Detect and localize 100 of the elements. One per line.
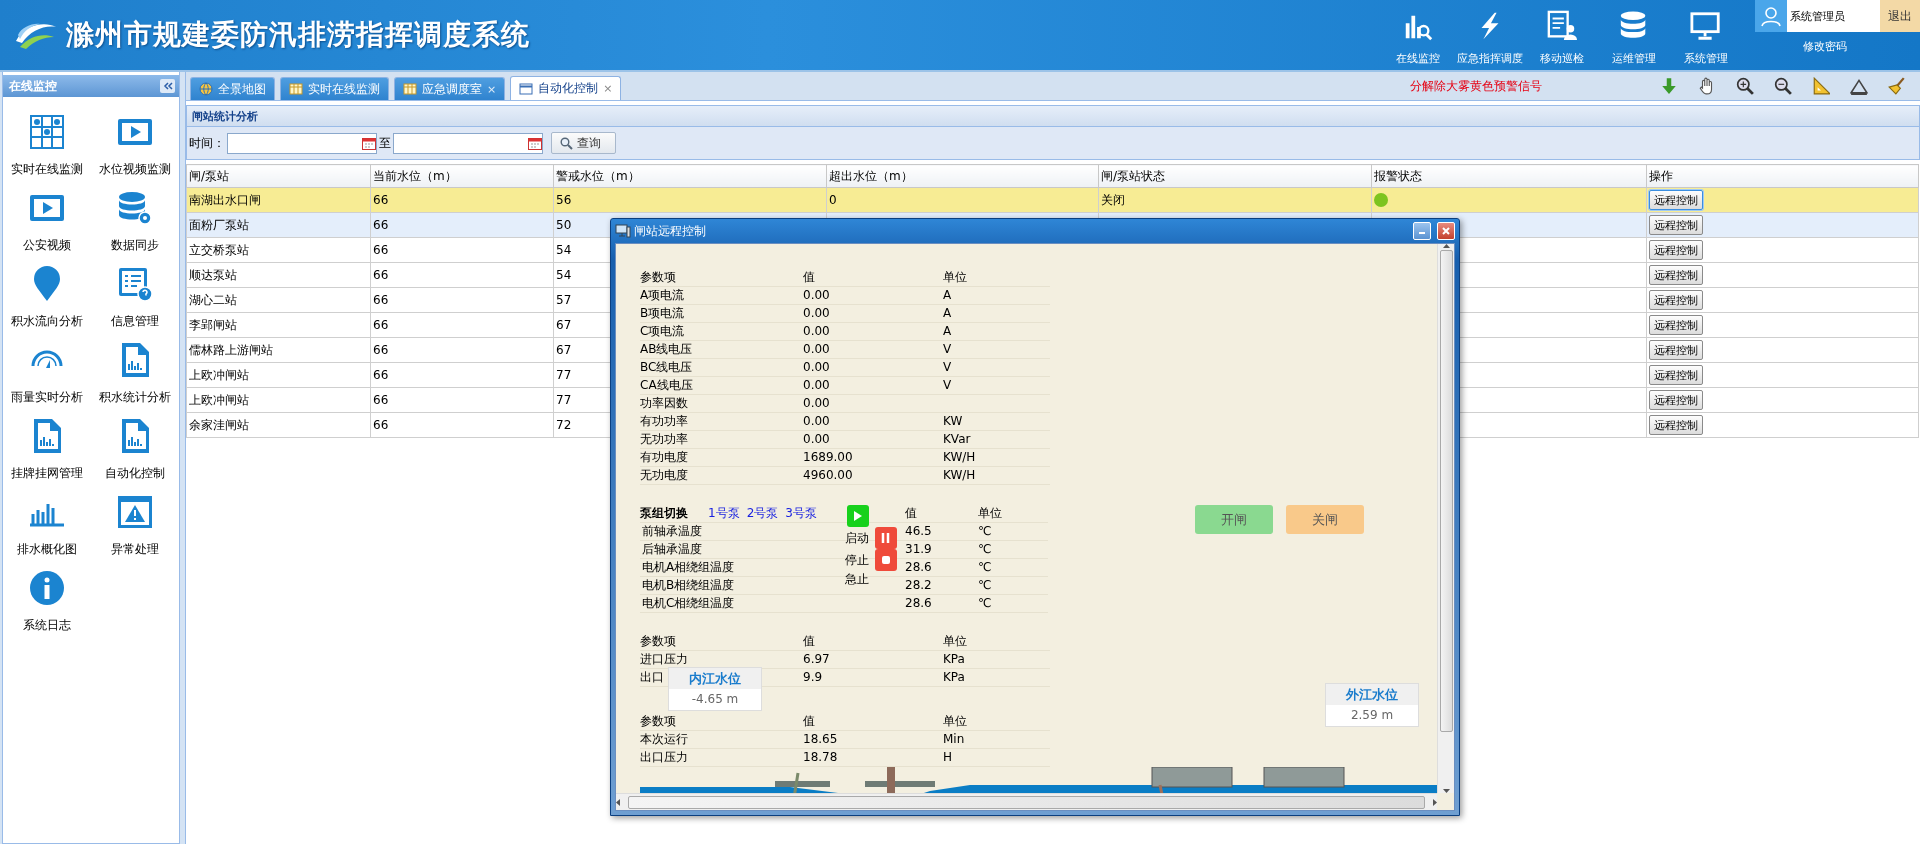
column-header: 值 — [803, 269, 943, 287]
remote-control-button[interactable]: 远程控制 — [1649, 365, 1703, 385]
minimize-button[interactable] — [1413, 222, 1431, 240]
sidebar-item[interactable]: 数据同步 — [111, 190, 159, 254]
sidebar-item[interactable]: 自动化控制 — [105, 418, 165, 482]
pump-link[interactable]: 1号泵 — [708, 505, 740, 522]
nav-item[interactable]: 运维管理 — [1599, 10, 1669, 70]
open-gate-button[interactable]: 开闸 — [1195, 505, 1273, 534]
document-user-icon — [1546, 10, 1578, 42]
pause-button[interactable] — [875, 527, 897, 549]
table-cell: A — [943, 323, 1050, 341]
remote-control-button[interactable]: 远程控制 — [1649, 390, 1703, 410]
dialog-title: 闸站远程控制 — [634, 222, 706, 240]
search-button[interactable]: 查询 — [551, 132, 616, 154]
table-cell: 南湖出水口闸 — [186, 187, 371, 213]
zoom-out-icon[interactable] — [1774, 77, 1792, 95]
remote-control-button[interactable]: 远程控制 — [1649, 190, 1703, 210]
table-cell: 4960.00 — [803, 467, 943, 485]
sidebar-item[interactable]: 系统日志 — [23, 570, 71, 634]
sidebar-item[interactable]: 水位视频监测 — [99, 114, 171, 178]
nav-item[interactable]: 应急指挥调度 — [1455, 10, 1525, 70]
remote-control-button[interactable]: 远程控制 — [1649, 265, 1703, 285]
database-gear-icon — [117, 190, 153, 226]
column-header: 值 — [803, 633, 943, 651]
table-cell: 1689.00 — [803, 449, 943, 467]
table-cell: 0.00 — [803, 395, 943, 413]
table-cell: 本次运行 — [640, 731, 803, 749]
sidebar-item[interactable]: 公安视频 — [23, 190, 71, 254]
table-cell: 18.65 — [803, 731, 943, 749]
remote-control-button[interactable]: 远程控制 — [1649, 290, 1703, 310]
column-header: 单位 — [943, 633, 1050, 651]
sidebar-item[interactable]: 雨量实时分析 — [11, 342, 83, 406]
sidebar-item[interactable]: 挂牌挂网管理 — [11, 418, 83, 482]
remote-control-button[interactable]: 远程控制 — [1649, 215, 1703, 235]
remote-control-button[interactable]: 远程控制 — [1649, 240, 1703, 260]
change-password-link[interactable]: 修改密码 — [1802, 39, 1847, 54]
table-cell: KW/H — [943, 467, 1050, 485]
water-level-title: 外江水位 — [1326, 684, 1418, 705]
table-cell: KPa — [943, 669, 1050, 687]
table-cell: 0.00 — [803, 377, 943, 395]
pump-link[interactable]: 3号泵 — [785, 505, 817, 522]
stop-button[interactable] — [875, 549, 897, 571]
table-cell: 面粉厂泵站 — [186, 212, 371, 238]
remote-control-button[interactable]: 远程控制 — [1649, 415, 1703, 435]
sidebar-item[interactable]: 异常处理 — [111, 494, 159, 558]
monitor-icon — [1690, 10, 1722, 42]
zoom-in-icon[interactable] — [1736, 77, 1754, 95]
table-cell: 顺达泵站 — [186, 262, 371, 288]
sidebar-item[interactable]: 积水统计分析 — [99, 342, 171, 406]
table-cell: ℃ — [978, 523, 1048, 541]
sidebar-item[interactable]: 积水流向分析 — [11, 266, 83, 330]
area-measure-icon[interactable] — [1850, 77, 1868, 95]
horizontal-scrollbar[interactable] — [616, 793, 1437, 810]
panel-title: 在线监控 — [9, 77, 57, 95]
sidebar-item[interactable]: 信息管理 — [111, 266, 159, 330]
sidebar-item[interactable]: 排水概化图 — [17, 494, 77, 558]
user-name: 系统管理员 — [1787, 0, 1880, 32]
table-cell: 关闭 — [1098, 187, 1372, 213]
info-icon — [29, 570, 65, 606]
list-help-icon — [117, 266, 153, 302]
sidebar-item[interactable]: 实时在线监测 — [11, 114, 83, 178]
right-arrow-icon — [1433, 798, 1437, 806]
table-cell: 有功功率 — [640, 413, 803, 431]
table-cell: 6.97 — [803, 651, 943, 669]
nav-item[interactable]: 移动巡检 — [1527, 10, 1597, 70]
left-arrow-icon — [616, 798, 620, 806]
table-cell: 28.6 — [905, 595, 978, 613]
play-icon — [852, 510, 864, 522]
map-grid-icon — [29, 114, 65, 150]
search-icon — [560, 136, 573, 150]
remote-control-button[interactable]: 远程控制 — [1649, 315, 1703, 335]
table-cell: 9.9 — [803, 669, 943, 687]
collapse-button[interactable] — [160, 79, 175, 93]
pump-link[interactable]: 2号泵 — [746, 505, 779, 522]
ruler-icon[interactable] — [1812, 77, 1830, 95]
date-field[interactable] — [393, 132, 543, 154]
logout-button[interactable]: 退出 — [1880, 0, 1920, 32]
warning-notice: 分解除大雾黄色预警信号 — [1410, 77, 1542, 95]
table-cell: 无功电度 — [640, 467, 803, 485]
grid-icon — [403, 82, 417, 96]
table-cell: ℃ — [978, 559, 1048, 577]
download-arrow-icon[interactable] — [1660, 77, 1678, 95]
table-cell: C项电流 — [640, 323, 803, 341]
table-cell: H — [943, 749, 1050, 767]
tab[interactable]: 自动化控制 × — [510, 76, 622, 100]
water-level-title: 内江水位 — [669, 668, 761, 689]
date-field[interactable] — [227, 132, 377, 154]
vertical-scrollbar[interactable] — [1437, 244, 1454, 793]
nav-item[interactable]: 在线监控 — [1383, 10, 1453, 70]
table-cell: 66 — [370, 287, 554, 313]
broom-icon[interactable] — [1888, 77, 1906, 95]
nav-item[interactable]: 系统管理 — [1671, 10, 1741, 70]
close-gate-button[interactable]: 关闸 — [1286, 505, 1364, 534]
remote-control-button[interactable]: 远程控制 — [1649, 340, 1703, 360]
table-cell: 余家洼闸站 — [186, 412, 371, 438]
table-cell: 66 — [370, 237, 554, 263]
table-cell: KPa — [943, 651, 1050, 669]
tab-close-button[interactable]: × — [603, 82, 613, 95]
close-button[interactable] — [1437, 222, 1455, 240]
table-cell: V — [943, 341, 1050, 359]
